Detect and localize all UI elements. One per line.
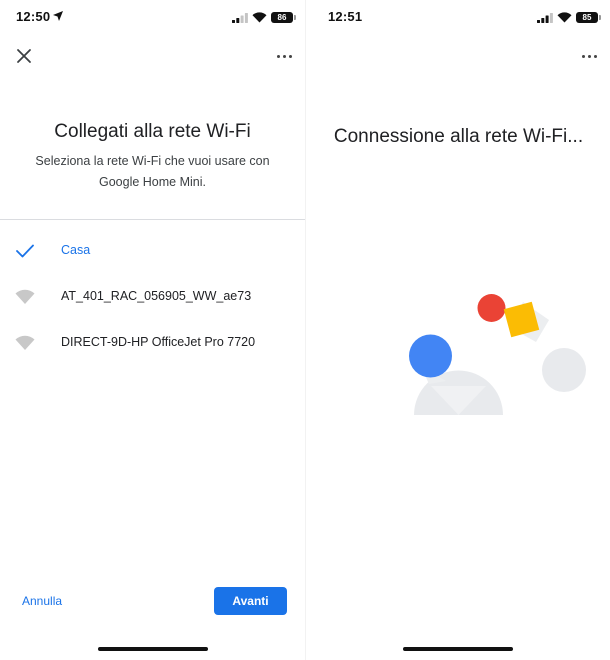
status-bar: 12:51 85 [306,0,610,34]
wifi-status-icon [252,11,267,22]
status-icons: 86 [232,10,296,24]
battery-icon: 85 [576,11,601,23]
divider [0,219,305,220]
next-button[interactable]: Avanti [214,587,287,615]
page-title: Collegati alla rete Wi-Fi [54,121,251,142]
wifi-selection-screen: 12:50 86 Collegati alla rete Wi-Fi Selez… [0,0,305,660]
status-time: 12:50 [16,9,51,24]
home-indicator[interactable] [403,647,513,651]
wifi-status-icon [557,11,572,22]
check-icon [16,244,34,258]
more-vert-icon[interactable] [275,48,293,64]
cellular-signal-icon [537,12,553,23]
home-indicator[interactable] [97,647,208,651]
network-name: Casa [61,243,91,257]
wifi-icon [15,335,35,350]
page-subtitle: Seleziona la rete Wi-Fi che vuoi usare c… [35,154,270,189]
network-item-casa[interactable]: Casa [0,228,305,274]
location-arrow-icon [53,11,63,21]
status-icons: 85 [537,10,601,24]
network-list: Casa AT_401_RAC_056905_WW_ae73 DIRECT-9D… [0,228,305,366]
cellular-signal-icon [232,12,248,23]
more-vert-icon[interactable] [580,48,598,64]
network-item-at-401[interactable]: AT_401_RAC_056905_WW_ae73 [0,274,305,320]
connecting-title: Connessione alla rete Wi-Fi... [333,126,584,147]
network-name: DIRECT-9D-HP OfficeJet Pro 7720 [61,335,256,349]
battery-icon: 86 [271,11,296,23]
status-time: 12:51 [328,9,363,24]
wifi-icon [15,289,35,304]
connecting-screen: 12:51 85 Connessione alla rete Wi-Fi... [305,0,610,660]
network-item-direct-hp[interactable]: DIRECT-9D-HP OfficeJet Pro 7720 [0,320,305,366]
cancel-button[interactable]: Annulla [22,594,62,608]
network-name: AT_401_RAC_056905_WW_ae73 [61,289,252,303]
google-home-illustration [409,294,586,415]
close-icon[interactable] [14,46,34,66]
status-bar: 12:50 86 [0,0,305,34]
